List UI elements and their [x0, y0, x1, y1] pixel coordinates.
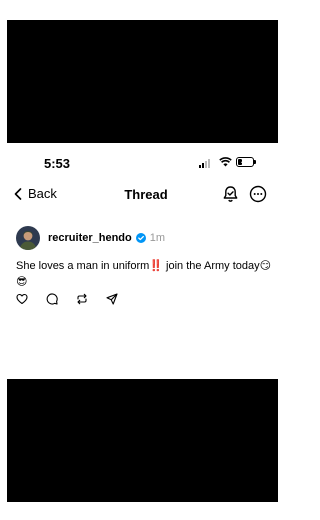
- wifi-icon: [219, 157, 232, 167]
- video-letterbox-bottom: [7, 379, 278, 502]
- post-actions: [16, 292, 118, 305]
- back-button[interactable]: Back: [14, 186, 57, 201]
- cellular-signal-icon: [199, 158, 210, 168]
- battery-tip: [254, 160, 256, 164]
- thread-header: Back Thread: [0, 182, 292, 210]
- status-bar: 5:53 28: [0, 152, 292, 174]
- comment-icon: [46, 293, 58, 305]
- verified-badge-icon: [135, 233, 146, 243]
- sunglasses-emoji: 😎: [16, 275, 28, 288]
- post-text: She loves a man in uniform‼️ join the Ar…: [16, 258, 278, 290]
- avatar-image: [16, 226, 40, 250]
- repost-button[interactable]: [76, 292, 88, 305]
- double-exclamation-emoji: ‼️: [149, 259, 163, 272]
- like-button[interactable]: [16, 292, 28, 305]
- back-label: Back: [28, 186, 57, 201]
- send-icon: [106, 293, 118, 305]
- more-icon[interactable]: [249, 185, 267, 203]
- battery-icon: 28: [236, 157, 254, 167]
- repost-icon: [77, 293, 87, 305]
- bell-check-icon[interactable]: [222, 185, 239, 203]
- post-timestamp: 1m: [149, 232, 166, 244]
- share-button[interactable]: [106, 292, 118, 305]
- heart-icon: [16, 293, 28, 305]
- username[interactable]: recruiter_hendo: [48, 232, 132, 244]
- smirk-emoji: 😏: [259, 259, 272, 272]
- post-text-part2: join the Army today: [163, 260, 260, 272]
- reply-button[interactable]: [46, 292, 58, 305]
- post-text-part1: She loves a man in uniform: [16, 260, 150, 272]
- battery-percent: 28: [241, 158, 249, 165]
- video-letterbox-top: [7, 20, 278, 143]
- chevron-left-icon: [14, 187, 22, 200]
- post-header: recruiter_hendo 1m: [48, 232, 165, 244]
- status-time: 5:53: [44, 156, 71, 171]
- avatar[interactable]: [16, 226, 40, 250]
